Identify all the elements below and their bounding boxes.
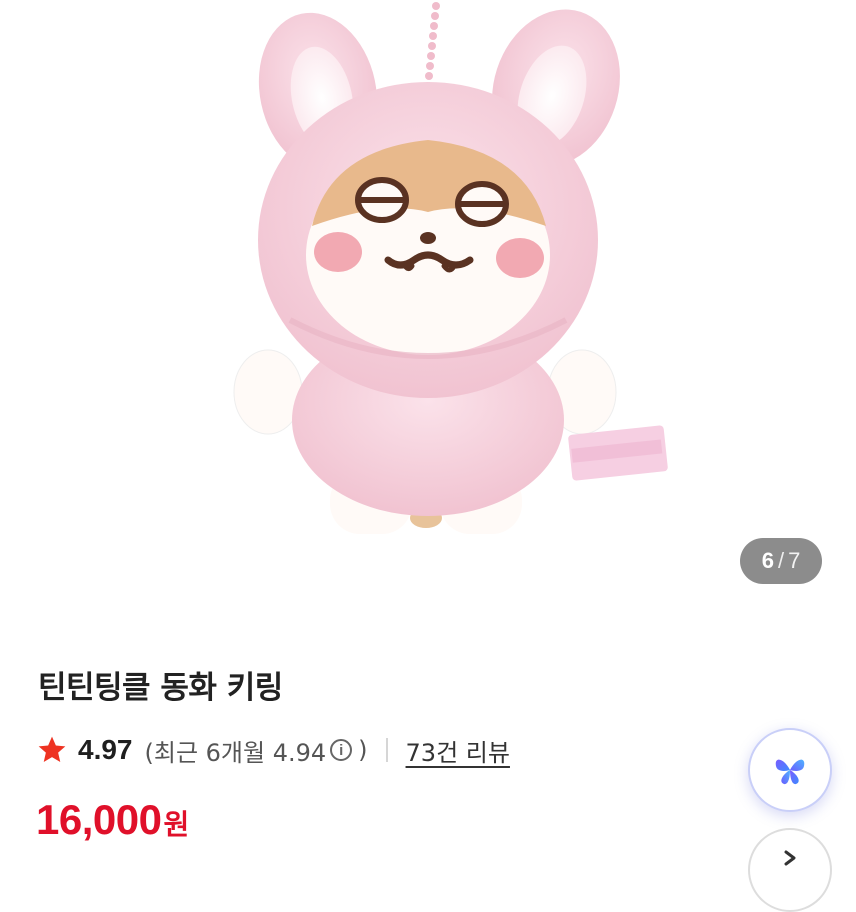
- review-count-link[interactable]: 73건 리뷰: [406, 733, 510, 768]
- ball-chain: [424, 2, 440, 90]
- rating-score: 4.97: [78, 734, 133, 765]
- recent-rating-text: (최근 6개월 4.94: [144, 738, 327, 767]
- recent-rating: (최근 6개월 4.94 i ): [145, 733, 368, 768]
- next-button[interactable]: [748, 828, 832, 912]
- chevron-right-icon: [784, 850, 796, 866]
- divider: [385, 738, 388, 762]
- product-image[interactable]: [0, 0, 856, 620]
- recent-rating-close: ): [358, 736, 368, 764]
- info-icon[interactable]: i: [330, 739, 353, 761]
- current-image-number: 6: [761, 548, 774, 573]
- total-image-count: 7: [788, 548, 801, 573]
- price: 16,000 원: [36, 796, 189, 844]
- star-icon: [38, 736, 66, 762]
- sparkle-butterfly-icon: [775, 759, 805, 785]
- image-counter: 6 / 7: [740, 538, 822, 584]
- counter-separator: /: [777, 548, 785, 573]
- product-image-gallery[interactable]: 6 / 7: [0, 0, 856, 620]
- price-currency: 원: [163, 808, 190, 841]
- rating-row: 4.97 (최근 6개월 4.94 i ) 73건 리뷰: [36, 730, 510, 770]
- price-value: 16,000: [36, 796, 162, 843]
- ai-assistant-button[interactable]: [748, 728, 832, 812]
- product-title: 틴틴팅클 동화 키링: [38, 670, 283, 706]
